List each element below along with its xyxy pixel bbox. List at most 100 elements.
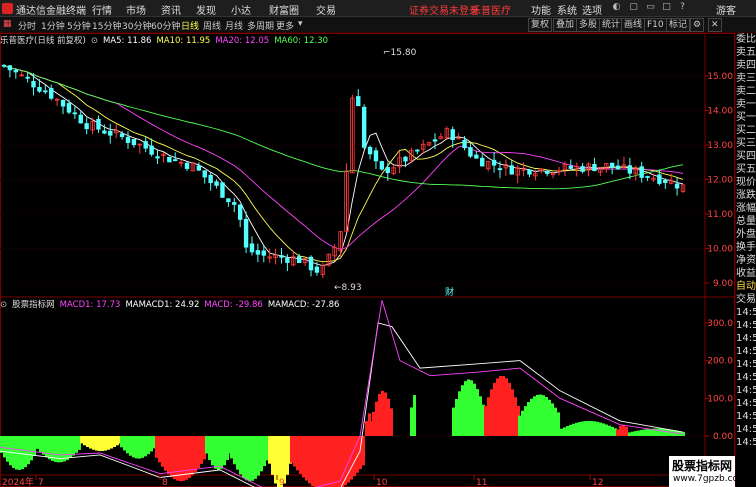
macd-bar — [36, 436, 39, 449]
help-icon[interactable]: ? — [677, 2, 688, 13]
side-label: 买三 — [736, 138, 756, 149]
more-dropdown-icon[interactable]: ▾ — [298, 19, 303, 29]
menu-options[interactable]: 选项 — [582, 2, 602, 17]
mark-button[interactable]: 标记 — [666, 18, 691, 32]
tab-60min[interactable]: 60分钟 — [151, 19, 180, 32]
macd-bar — [254, 436, 257, 479]
login-warning[interactable]: 证券交易未登录 — [409, 2, 479, 17]
menu-discover[interactable]: 发现 — [196, 2, 216, 17]
menu-news[interactable]: 资讯 — [161, 2, 181, 17]
macd-bar — [539, 394, 542, 436]
menu-xiaoda[interactable]: 小达 — [231, 2, 251, 17]
settings-icon[interactable]: ⚙ — [690, 18, 705, 32]
macd-bar — [563, 427, 566, 436]
tab-more[interactable]: 更多 — [276, 19, 294, 32]
macd-bar — [205, 436, 208, 454]
candle-body — [96, 118, 101, 130]
candle-body — [232, 202, 237, 205]
macd-bar — [271, 436, 274, 475]
macd-bar — [637, 430, 640, 436]
candle-body — [285, 257, 290, 263]
menu-market[interactable]: 市场 — [126, 2, 146, 17]
tab-intraday[interactable]: 分时 — [18, 19, 36, 32]
candle-body — [167, 156, 172, 163]
indicator-settings-icon[interactable]: ⊙ — [91, 36, 98, 46]
candle-body — [639, 166, 644, 178]
dock-icon[interactable]: ▭ — [645, 2, 656, 13]
macd-bar — [569, 424, 572, 436]
macd-bar — [341, 436, 344, 487]
menu-trade[interactable]: 交易 — [316, 2, 336, 17]
multi-stock-button[interactable]: 多股 — [576, 18, 601, 32]
tab-30min[interactable]: 30分钟 — [122, 19, 151, 32]
macd-bar — [496, 378, 499, 436]
macd-histogram — [0, 375, 685, 487]
candle-body — [527, 169, 532, 175]
macd-value: MACD: -29.86 — [204, 300, 263, 310]
candle-body — [568, 165, 574, 169]
side-label: 买四 — [736, 151, 756, 162]
macd-bar — [545, 397, 548, 436]
user-label[interactable]: 游客 — [716, 2, 736, 17]
skin-icon[interactable]: ◐ — [611, 2, 622, 13]
window-layout-icon[interactable]: □ — [661, 2, 672, 13]
macd-bar — [144, 436, 147, 457]
candle-body — [13, 70, 19, 73]
tab-multi-period[interactable]: 多周期 — [247, 19, 274, 32]
tab-daily[interactable]: 日线 — [181, 19, 199, 32]
macd-bar — [608, 425, 611, 436]
macd-bar — [72, 436, 75, 456]
menu-functions[interactable]: 功能 — [531, 2, 551, 17]
tab-monthly[interactable]: 月线 — [225, 19, 243, 32]
candle-body — [385, 167, 390, 174]
macd-bar — [89, 436, 92, 449]
overlay-button[interactable]: 叠加 — [553, 18, 578, 32]
candle-body — [379, 161, 385, 170]
side-label: 收益 — [736, 268, 756, 279]
adjust-button[interactable]: 复权 — [528, 18, 553, 32]
macd-bar — [3, 436, 6, 458]
tab-5min[interactable]: 5分钟 — [67, 19, 91, 32]
side-label: 14:5 — [736, 333, 756, 344]
kline-chart[interactable]: 15.00 14.00 13.00 12.00 11.00 10.00 9.00 300.0 2… — [0, 33, 735, 487]
macd-bar — [332, 436, 335, 487]
menu-system[interactable]: 系统 — [557, 2, 577, 17]
macd-bar — [542, 395, 545, 436]
macd-bar — [378, 394, 381, 436]
macd-bar — [116, 436, 119, 446]
tab-15min[interactable]: 15分钟 — [92, 19, 121, 32]
candle-body — [367, 146, 373, 155]
f10-button[interactable]: F10 — [644, 18, 667, 32]
tab-1min[interactable]: 1分钟 — [41, 19, 65, 32]
macd-bar — [211, 436, 214, 466]
candle-body — [214, 181, 219, 186]
calendar-icon[interactable]: ▦ — [3, 19, 12, 29]
candle-body — [474, 154, 479, 159]
macd-bar — [587, 420, 590, 436]
price-tick-label: 9.00 — [713, 279, 733, 289]
candle-body — [173, 159, 178, 162]
lock-icon[interactable]: ▢ — [628, 2, 639, 13]
menu-wealth[interactable]: 财富圈 — [269, 2, 299, 17]
macd-bar — [458, 391, 461, 436]
menu-quotes[interactable]: 行情 — [92, 2, 112, 17]
macd-bar — [217, 436, 220, 470]
macd-bar — [45, 436, 48, 458]
candle-body — [155, 156, 160, 159]
macd-bar — [197, 436, 200, 469]
macd-tick-label: 100.0 — [707, 394, 733, 404]
tab-weekly[interactable]: 周线 — [203, 19, 221, 32]
candle-body — [261, 250, 266, 256]
macd-bar — [188, 436, 191, 478]
macd-bar — [329, 436, 332, 487]
statistics-button[interactable]: 统计 — [599, 18, 624, 32]
sub-indicator-title: 股票指标网 — [12, 300, 55, 310]
sub-indicator-settings-icon[interactable]: ⊙ — [0, 300, 7, 310]
macd-bar — [170, 436, 173, 478]
side-label: 14:5 — [736, 307, 756, 318]
candle-body — [43, 90, 48, 93]
close-chart-icon[interactable]: ✕ — [708, 18, 722, 32]
side-label: 14:5 — [736, 320, 756, 331]
draw-line-button[interactable]: 画线 — [621, 18, 646, 32]
macd-bar — [233, 436, 236, 465]
